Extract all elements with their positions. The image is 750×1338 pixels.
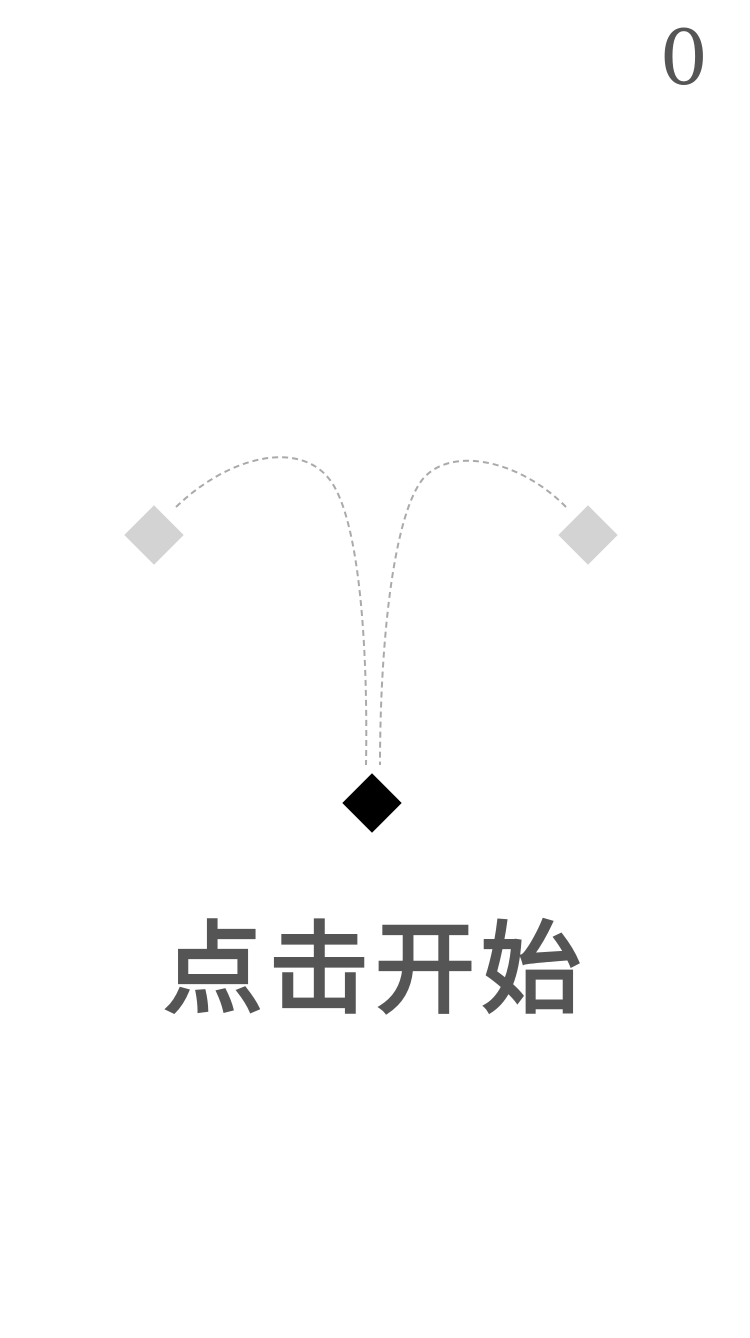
start-button[interactable]: 点击开始 xyxy=(0,915,750,1025)
score-counter: 0 xyxy=(659,13,708,102)
player-block xyxy=(342,773,402,833)
game-stage[interactable] xyxy=(0,0,750,1334)
trajectory-left xyxy=(175,456,368,766)
right-target-block xyxy=(558,505,618,565)
game-canvas xyxy=(124,456,618,833)
trajectory-right xyxy=(379,459,567,766)
left-target-block xyxy=(124,505,184,565)
